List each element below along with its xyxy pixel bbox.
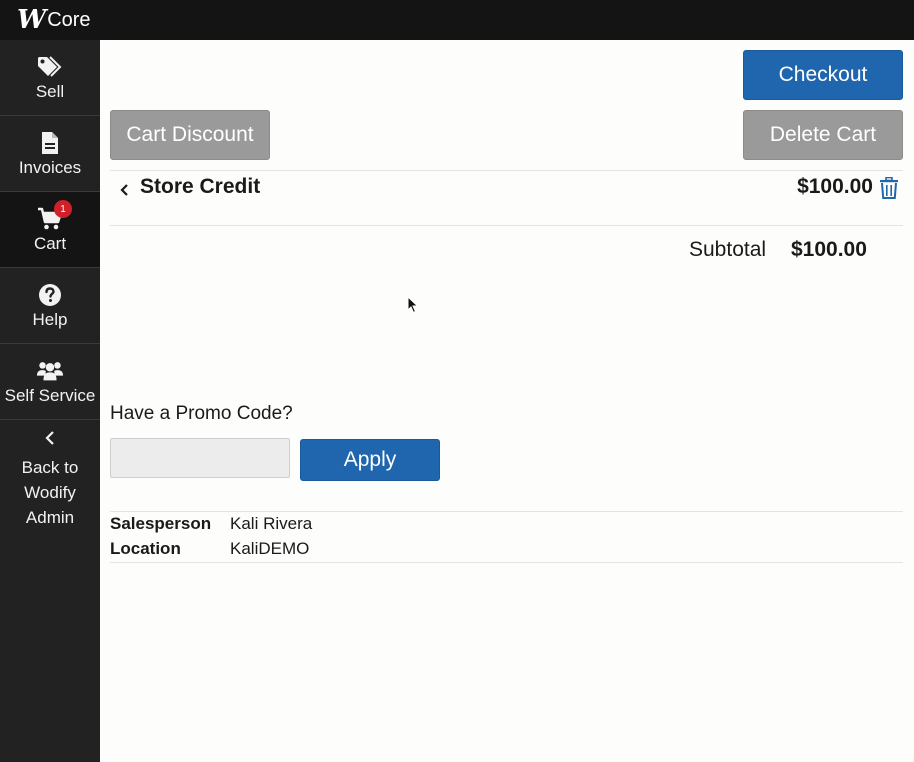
sidebar-item-label: Cart xyxy=(33,234,67,253)
location-value: KaliDEMO xyxy=(230,539,310,558)
sidebar-item-label: Invoices xyxy=(18,158,82,177)
cart-item-name: Store Credit xyxy=(140,175,261,198)
chevron-left-icon xyxy=(43,430,57,451)
app-logo[interactable]: W Core xyxy=(17,5,91,35)
cart-count-badge: 1 xyxy=(54,200,72,218)
file-icon xyxy=(36,130,64,156)
salesperson-value: Kali Rivera xyxy=(230,514,313,533)
back-label-line1: Back to xyxy=(21,458,79,477)
sidebar-item-label: Self Service xyxy=(4,386,96,405)
cart-icon: 1 xyxy=(36,200,72,232)
cart-discount-button[interactable]: Cart Discount xyxy=(110,110,270,160)
mouse-cursor-icon xyxy=(407,295,419,319)
sidebar-item-sell[interactable]: Sell xyxy=(0,40,100,116)
delete-cart-button[interactable]: Delete Cart xyxy=(743,110,903,160)
cart-item-price: $100.00 xyxy=(797,175,873,198)
divider xyxy=(110,562,903,563)
back-to-admin-link[interactable]: Back to Wodify Admin xyxy=(0,430,100,530)
sidebar-item-self-service[interactable]: Self Service xyxy=(0,344,100,420)
back-label-line2: Wodify xyxy=(24,483,76,502)
checkout-button[interactable]: Checkout xyxy=(743,50,903,100)
promo-code-input[interactable] xyxy=(110,438,290,478)
subtotal-label: Subtotal xyxy=(689,238,767,261)
subtotal-value: $100.00 xyxy=(791,238,867,261)
location-label: Location xyxy=(110,539,181,558)
divider xyxy=(110,511,903,512)
salesperson-label: Salesperson xyxy=(110,514,212,533)
sidebar-item-help[interactable]: Help xyxy=(0,268,100,344)
cart-item-row: Store Credit $100.00 xyxy=(110,172,903,206)
tag-icon xyxy=(36,54,64,80)
back-label-line3: Admin xyxy=(25,508,75,527)
promo-code-heading: Have a Promo Code? xyxy=(110,403,293,424)
trash-icon[interactable] xyxy=(879,176,899,204)
users-icon xyxy=(36,358,64,384)
top-bar: W Core xyxy=(0,0,914,40)
sidebar-item-label: Help xyxy=(32,310,68,329)
expand-chevron-icon[interactable] xyxy=(120,183,130,202)
logo-text: Core xyxy=(47,8,91,31)
sidebar-item-cart[interactable]: 1 Cart xyxy=(0,192,100,268)
sidebar: Sell Invoices 1 Cart Help Self Service B… xyxy=(0,40,100,762)
sidebar-item-label: Sell xyxy=(35,82,65,101)
logo-mark: W xyxy=(17,5,46,35)
divider xyxy=(110,225,903,226)
sidebar-item-invoices[interactable]: Invoices xyxy=(0,116,100,192)
apply-promo-button[interactable]: Apply xyxy=(300,439,440,481)
question-icon xyxy=(36,282,64,308)
divider xyxy=(110,170,903,171)
